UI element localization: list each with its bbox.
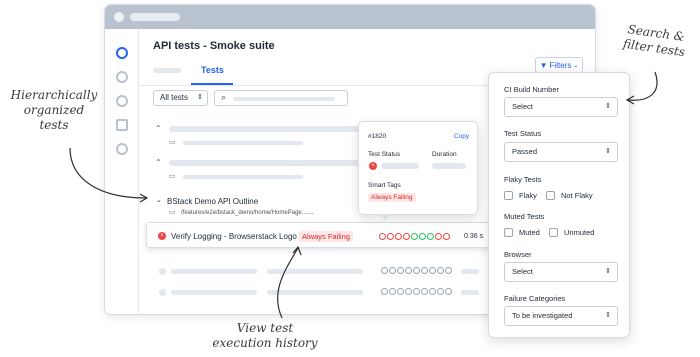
annotation-arrows <box>69 71 658 319</box>
arrow-hierarchy <box>69 147 147 199</box>
arrow-history <box>277 247 299 319</box>
arrow-search <box>627 71 658 101</box>
